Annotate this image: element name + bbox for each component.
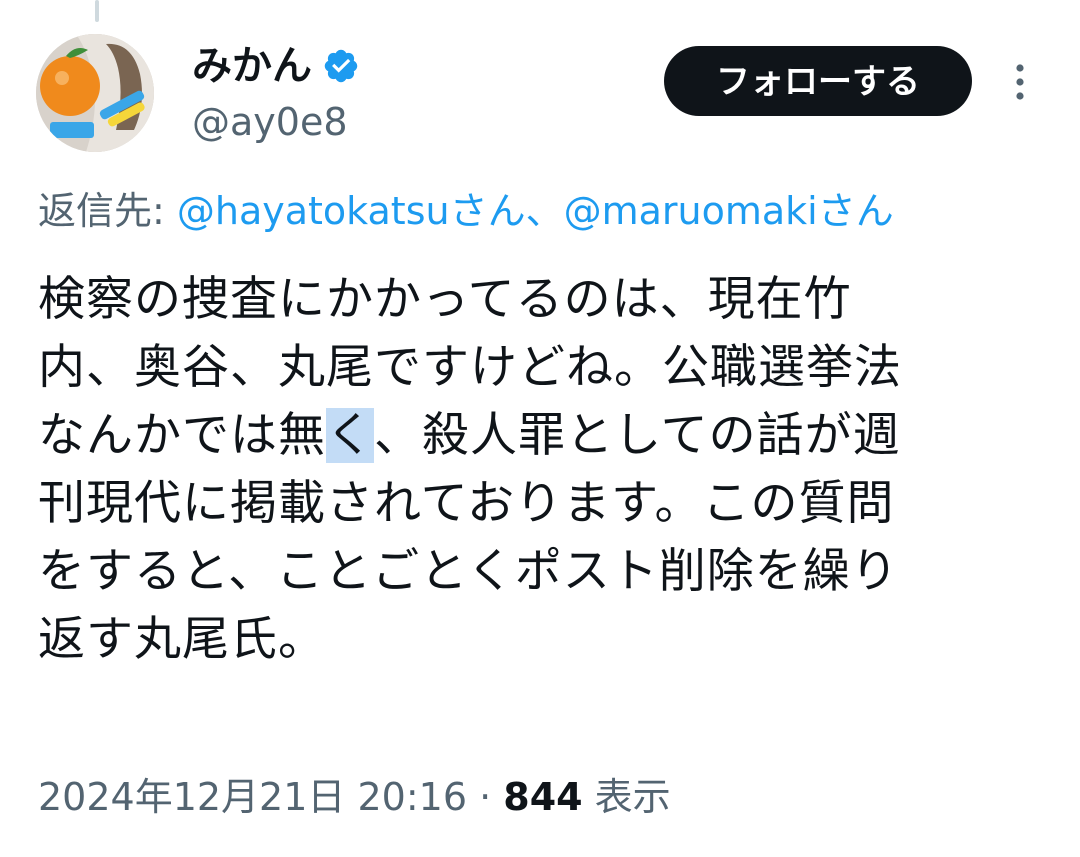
- user-handle[interactable]: @ay0e8: [192, 98, 348, 146]
- reply-prefix: 返信先:: [38, 189, 177, 233]
- thread-connector-line: [95, 0, 99, 22]
- timestamp-link[interactable]: 2024年12月21日 20:16: [38, 775, 467, 819]
- avatar-image: [36, 34, 154, 152]
- selected-text-highlight: く: [326, 408, 374, 463]
- avatar[interactable]: [36, 34, 154, 152]
- meta-dot: ·: [467, 775, 504, 819]
- tweet-text-line: 刊現代に掲載されております。この質問: [38, 476, 895, 531]
- tweet-text-line: 検察の捜査にかかってるのは、現在竹: [38, 272, 852, 327]
- tweet-text-line: 内、奥谷、丸尾ですけどね。公職選挙法: [38, 340, 902, 395]
- tweet-text-segment: なんかでは無: [38, 408, 326, 463]
- mention-separator: 、: [525, 189, 564, 233]
- tweet-text-line: をすると、ことごとくポスト削除を繰り: [38, 544, 899, 599]
- tweet-text-line: なんかでは無く、殺人罪としての話が週: [38, 402, 1038, 470]
- tweet-text-segment: 、殺人罪としての話が週: [374, 408, 901, 463]
- tweet-text: 検察の捜査にかかってるのは、現在竹 内、奥谷、丸尾ですけどね。公職選挙法 なんか…: [38, 266, 1038, 674]
- follow-button[interactable]: フォローする: [664, 46, 972, 116]
- name-row: みかん: [192, 40, 360, 92]
- tweet-header: みかん @ay0e8 フォローする: [36, 34, 1046, 154]
- display-name[interactable]: みかん: [192, 40, 312, 92]
- more-vertical-icon[interactable]: [1008, 60, 1032, 104]
- reply-to-line: 返信先: @hayatokatsuさん、@maruomakiさん: [38, 184, 894, 238]
- tweet-text-line: 返す丸尾氏。: [38, 612, 326, 667]
- views-label: 表示: [582, 775, 671, 819]
- views-count: 844: [503, 775, 583, 819]
- mention-link-hayatokatsu[interactable]: @hayatokatsuさん: [177, 189, 526, 233]
- verified-badge-icon: [322, 47, 360, 85]
- tweet-meta: 2024年12月21日 20:16 · 844 表示: [38, 770, 671, 824]
- mention-link-maruomaki[interactable]: @maruomakiさん: [564, 189, 894, 233]
